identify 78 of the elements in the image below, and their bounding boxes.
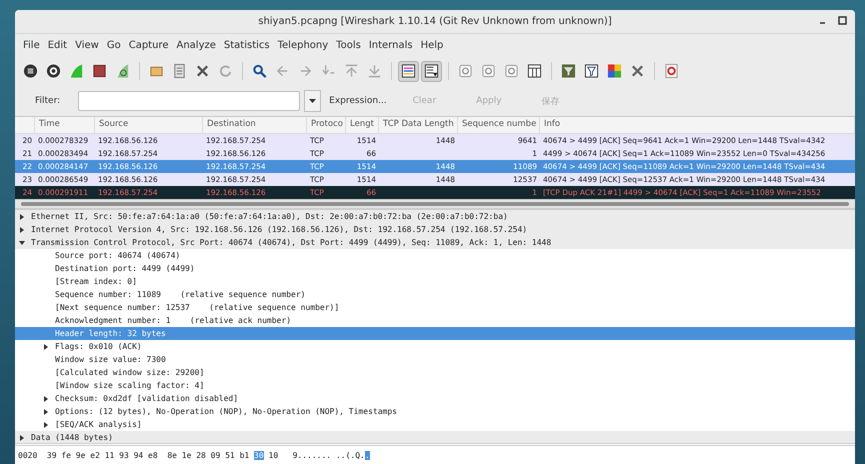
colored-lines-icon [401, 63, 416, 79]
right-arrow-icon [298, 63, 313, 79]
menu-item[interactable]: Tools [332, 40, 365, 50]
tree-row[interactable]: Acknowledgment number: 1 (relative ack number) [15, 314, 855, 327]
column-header[interactable]: Info [540, 117, 855, 133]
expand-triangle-icon[interactable] [19, 226, 25, 232]
toolbar-button[interactable] [421, 60, 442, 82]
menu-item[interactable]: Help [416, 40, 448, 50]
column-header[interactable]: TCP Data Length [379, 117, 458, 133]
column-header[interactable]: Lengt [346, 117, 379, 133]
hex-offset: 0020 [18, 450, 38, 460]
list-icon [23, 63, 38, 79]
search-icon [252, 63, 267, 79]
menu-item[interactable]: Go [102, 40, 125, 50]
hex-bytes[interactable]: 10 [268, 450, 278, 460]
filter-field[interactable] [78, 91, 300, 111]
column-header[interactable]: Destination [203, 117, 307, 133]
gear-icon [46, 63, 61, 79]
tree-row[interactable]: [SEQ/ACK analysis] [15, 418, 855, 431]
tree-row[interactable]: Options: (12 bytes), No-Operation (NOP), No-Operation (NOP), Timestamps [15, 405, 855, 418]
menu-item[interactable]: Internals [364, 40, 417, 50]
left-arrow-icon [275, 63, 290, 79]
expand-triangle-icon[interactable] [19, 214, 25, 220]
document-icon [172, 63, 187, 79]
caret-icon [309, 99, 316, 103]
tree-row[interactable]: Transmission Control Protocol, Src Port: 40674 (40674), Dst Port: 4499 (4499), Seq: 11089, Ack: 1, Len: 1448 [15, 236, 855, 249]
tree-row[interactable]: [Calculated window size: 29200] [15, 366, 855, 379]
menu-item[interactable]: Edit [44, 40, 72, 50]
column-header[interactable]: Time [35, 117, 95, 133]
help-icon [664, 63, 679, 79]
list-scroll-icon [424, 63, 439, 79]
dropdown-button[interactable] [304, 90, 322, 112]
expand-triangle-icon[interactable] [43, 422, 49, 428]
tree-row[interactable]: Flags: 0x010 (ACK) [15, 340, 855, 353]
window-title: shiyan5.pcapng [Wireshark 1.10.14 (Git Rev Unknown from unknown)] [258, 16, 612, 27]
menu-item[interactable]: Analyze [172, 40, 220, 50]
tree-row[interactable]: [Window size scaling factor: 4] [15, 379, 855, 392]
hex-bytes[interactable]: 39 fe 9e e2 11 93 94 e8 8e 1e 28 09 51 b1 [46, 450, 250, 460]
ascii-text[interactable]: 9....... ..(.Q. [292, 450, 365, 460]
palette-icon [607, 63, 622, 79]
filter-icon [561, 63, 576, 79]
tree-row[interactable]: Data (1448 bytes) [15, 431, 855, 443]
tree-row[interactable]: Checksum: 0xd2df [validation disabled] [15, 392, 855, 405]
restart-icon [115, 63, 130, 79]
filter-label: Filter: [35, 96, 60, 106]
tree-row[interactable]: Ethernet II, Src: 50:fe:a7:64:1a:a0 (50:fe:a7:64:1a:a0), Dst: 2e:00:a7:b0:72:ba (2e:00:a7:b0:72:ba) [15, 210, 855, 223]
expand-triangle-icon[interactable] [43, 408, 49, 414]
tree-row[interactable]: Sequence number: 11089 (relative sequence number) [15, 288, 855, 301]
scrollbar-thumb[interactable] [21, 202, 849, 206]
expand-triangle-icon[interactable] [19, 434, 25, 440]
tree-row[interactable]: Source port: 40674 (40674) [15, 249, 855, 262]
menu-item[interactable]: Capture [124, 40, 172, 50]
down-arrow-icon [367, 63, 382, 79]
menu-item[interactable]: Telephony [274, 40, 332, 50]
column-header[interactable]: Sequence numbe [458, 117, 540, 133]
columns-icon [527, 63, 542, 79]
tree-row[interactable]: [Next sequence number: 12537 (relative sequence number)] [15, 301, 855, 314]
tree-row[interactable]: Window size value: 7300 [15, 353, 855, 366]
collapse-triangle-icon[interactable] [19, 240, 25, 246]
filter-bar-button[interactable]: Expression... [325, 96, 391, 106]
funnel-icon [584, 63, 599, 79]
expand-triangle-icon[interactable] [43, 344, 49, 350]
up-arrow-icon [344, 63, 359, 79]
column-header[interactable]: Source [95, 117, 203, 133]
close-icon [195, 63, 210, 79]
tree-row[interactable]: Internet Protocol Version 4, Src: 192.168.56.126 (192.168.56.126), Dst: 192.168.57.254 (192.168.57.254) [15, 223, 855, 236]
expand-triangle-icon[interactable] [43, 396, 49, 402]
menu-item[interactable]: Statistics [220, 40, 274, 50]
tree-row[interactable]: Destination port: 4499 (4499) [15, 262, 855, 275]
fin-icon [69, 63, 84, 79]
menu-item[interactable]: File [19, 40, 44, 50]
maximize-icon[interactable] [838, 16, 847, 25]
toolbar-button[interactable] [398, 60, 419, 82]
reload-icon [218, 63, 233, 79]
menu-item[interactable]: View [71, 40, 103, 50]
tree-row[interactable]: [Stream index: 0] [15, 275, 855, 288]
column-header[interactable]: Protoco [307, 117, 346, 133]
stop-icon [92, 63, 107, 79]
